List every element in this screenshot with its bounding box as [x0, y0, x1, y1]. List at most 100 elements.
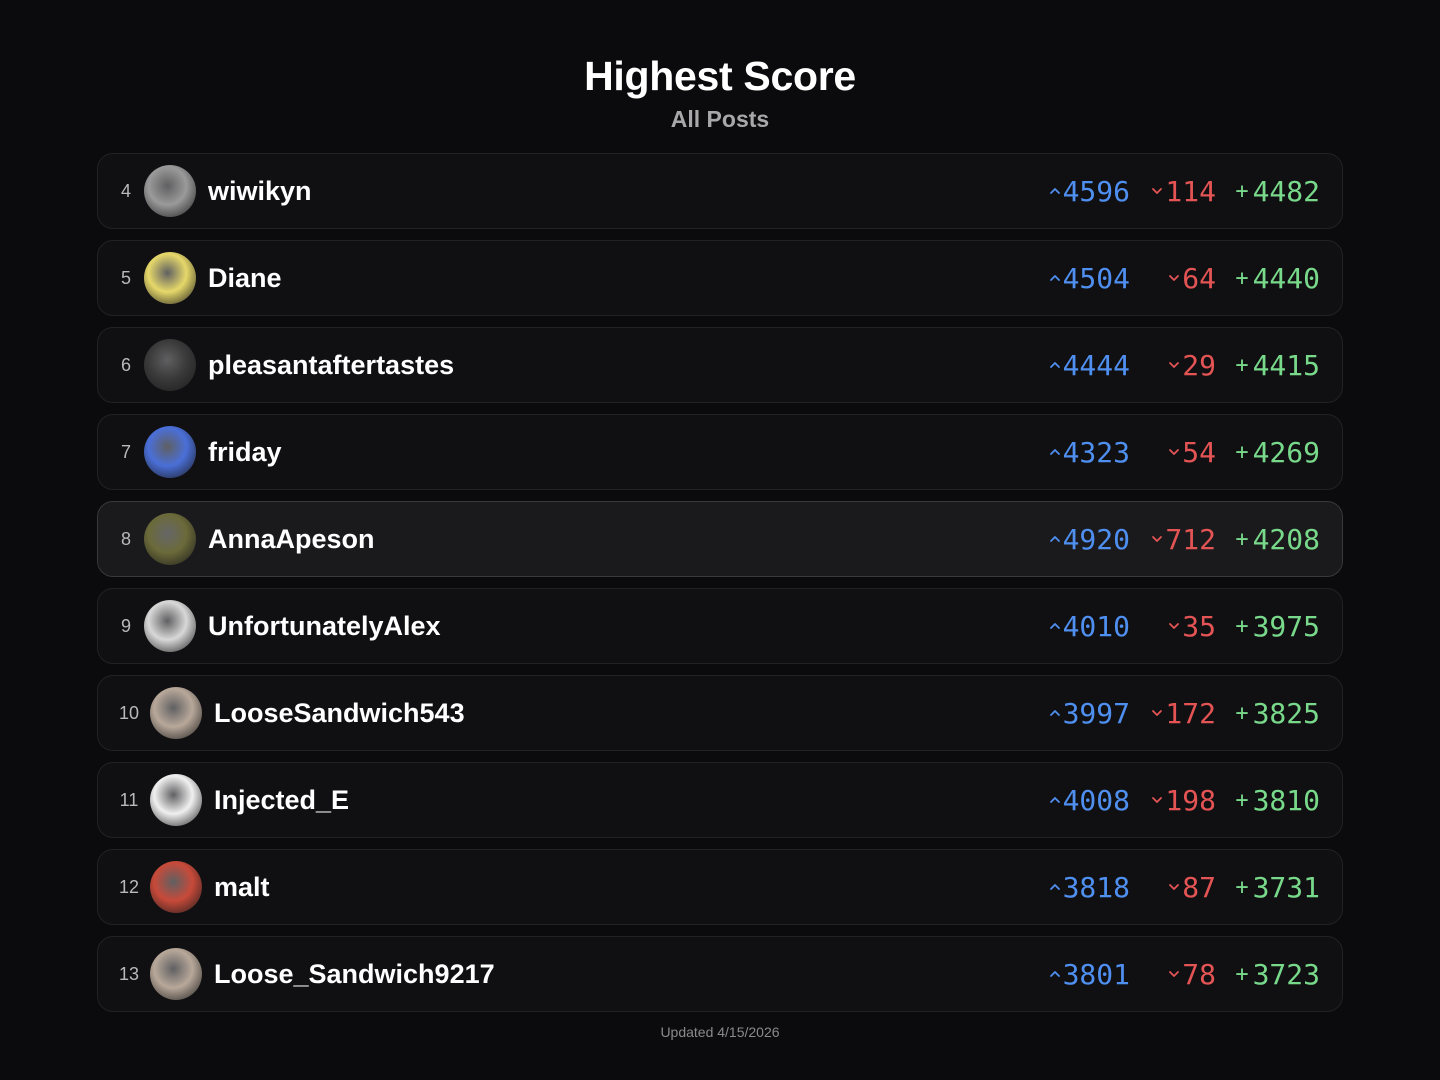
chevron-up-icon [1049, 188, 1060, 194]
downvote-value: 78 [1182, 957, 1216, 991]
avatar[interactable] [150, 774, 202, 826]
rank-number: 7 [120, 441, 131, 462]
plus-icon: + [1235, 439, 1249, 465]
chevron-down-icon [1169, 275, 1180, 281]
upvote-count: 4444 [1046, 349, 1130, 382]
plus-icon: + [1235, 526, 1249, 552]
net-score: +4208 [1216, 523, 1320, 556]
chevron-up-icon [1049, 536, 1060, 542]
avatar[interactable] [144, 426, 196, 478]
net-value: 4415 [1252, 348, 1320, 382]
upvote-count: 4010 [1046, 610, 1130, 643]
plus-icon: + [1235, 787, 1249, 813]
chevron-down-icon [1169, 884, 1180, 890]
username[interactable]: pleasantaftertastes [208, 350, 454, 381]
rank-number: 4 [120, 180, 131, 201]
upvote-value: 4920 [1062, 522, 1130, 556]
downvote-count: 54 [1130, 436, 1216, 469]
avatar[interactable] [150, 948, 202, 1000]
chevron-down-icon [1169, 623, 1180, 629]
username[interactable]: Loose_Sandwich9217 [214, 959, 495, 990]
rank-number: 5 [120, 267, 131, 288]
score-stats: 4920 712 +4208 [1046, 523, 1320, 556]
avatar[interactable] [150, 687, 202, 739]
upvote-value: 4444 [1062, 348, 1130, 382]
rank-number: 9 [120, 615, 131, 636]
plus-icon: + [1235, 178, 1249, 204]
upvote-count: 4596 [1046, 175, 1130, 208]
chevron-down-icon [1152, 188, 1163, 194]
score-stats: 4008 198 +3810 [1046, 784, 1320, 817]
chevron-up-icon [1049, 797, 1060, 803]
leaderboard-row[interactable]: 7 friday 4323 54 +4269 [97, 414, 1343, 490]
downvote-count: 198 [1130, 784, 1216, 817]
net-score: +4269 [1216, 436, 1320, 469]
downvote-value: 114 [1165, 174, 1216, 208]
rank-number: 10 [118, 702, 140, 723]
leaderboard-row[interactable]: 6 pleasantaftertastes 4444 29 +4415 [97, 327, 1343, 403]
leaderboard-row[interactable]: 12 malt 3818 87 +3731 [97, 849, 1343, 925]
net-score: +4440 [1216, 262, 1320, 295]
score-stats: 3818 87 +3731 [1046, 871, 1320, 904]
leaderboard-list: 4 wiwikyn 4596 114 +4482 5 Diane 4504 64 +4440 6 pl… [97, 153, 1343, 1023]
avatar[interactable] [144, 252, 196, 304]
username[interactable]: Injected_E [214, 785, 349, 816]
upvote-count: 4008 [1046, 784, 1130, 817]
leaderboard-row[interactable]: 4 wiwikyn 4596 114 +4482 [97, 153, 1343, 229]
username[interactable]: malt [214, 872, 270, 903]
downvote-count: 114 [1130, 175, 1216, 208]
username[interactable]: Diane [208, 263, 282, 294]
username[interactable]: wiwikyn [208, 176, 312, 207]
downvote-count: 64 [1130, 262, 1216, 295]
username[interactable]: friday [208, 437, 282, 468]
net-value: 3731 [1252, 870, 1320, 904]
net-value: 3810 [1252, 783, 1320, 817]
leaderboard-row[interactable]: 5 Diane 4504 64 +4440 [97, 240, 1343, 316]
leaderboard-row[interactable]: 11 Injected_E 4008 198 +3810 [97, 762, 1343, 838]
chevron-down-icon [1169, 449, 1180, 455]
avatar[interactable] [144, 339, 196, 391]
upvote-value: 4008 [1062, 783, 1130, 817]
chevron-up-icon [1049, 971, 1060, 977]
downvote-value: 712 [1165, 522, 1216, 556]
net-score: +4415 [1216, 349, 1320, 382]
updated-timestamp: Updated 4/15/2026 [660, 1024, 780, 1040]
rank-number: 6 [120, 354, 131, 375]
avatar[interactable] [150, 861, 202, 913]
leaderboard-row[interactable]: 13 Loose_Sandwich9217 3801 78 +3723 [97, 936, 1343, 1012]
avatar[interactable] [144, 513, 196, 565]
chevron-down-icon [1152, 536, 1163, 542]
downvote-value: 54 [1182, 435, 1216, 469]
avatar[interactable] [144, 165, 196, 217]
leaderboard-row[interactable]: 8 AnnaApeson 4920 712 +4208 [97, 501, 1343, 577]
net-value: 4482 [1252, 174, 1320, 208]
net-score: +3825 [1216, 697, 1320, 730]
leaderboard-row[interactable]: 10 LooseSandwich543 3997 172 +3825 [97, 675, 1343, 751]
page-header: Highest Score All Posts [0, 50, 1440, 134]
upvote-value: 4596 [1062, 174, 1130, 208]
score-stats: 4596 114 +4482 [1046, 175, 1320, 208]
downvote-count: 35 [1130, 610, 1216, 643]
net-value: 4208 [1252, 522, 1320, 556]
downvote-count: 87 [1130, 871, 1216, 904]
net-value: 3825 [1252, 696, 1320, 730]
upvote-value: 3997 [1062, 696, 1130, 730]
avatar[interactable] [144, 600, 196, 652]
upvote-value: 4323 [1062, 435, 1130, 469]
username[interactable]: AnnaApeson [208, 524, 375, 555]
leaderboard-row[interactable]: 9 UnfortunatelyAlex 4010 35 +3975 [97, 588, 1343, 664]
score-stats: 3997 172 +3825 [1046, 697, 1320, 730]
downvote-value: 29 [1182, 348, 1216, 382]
net-score: +4482 [1216, 175, 1320, 208]
downvote-count: 78 [1130, 958, 1216, 991]
downvote-count: 29 [1130, 349, 1216, 382]
upvote-value: 3801 [1062, 957, 1130, 991]
net-score: +3975 [1216, 610, 1320, 643]
score-stats: 4444 29 +4415 [1046, 349, 1320, 382]
username[interactable]: UnfortunatelyAlex [208, 611, 441, 642]
net-value: 3975 [1252, 609, 1320, 643]
downvote-count: 172 [1130, 697, 1216, 730]
username[interactable]: LooseSandwich543 [214, 698, 465, 729]
plus-icon: + [1235, 352, 1249, 378]
score-stats: 4504 64 +4440 [1046, 262, 1320, 295]
